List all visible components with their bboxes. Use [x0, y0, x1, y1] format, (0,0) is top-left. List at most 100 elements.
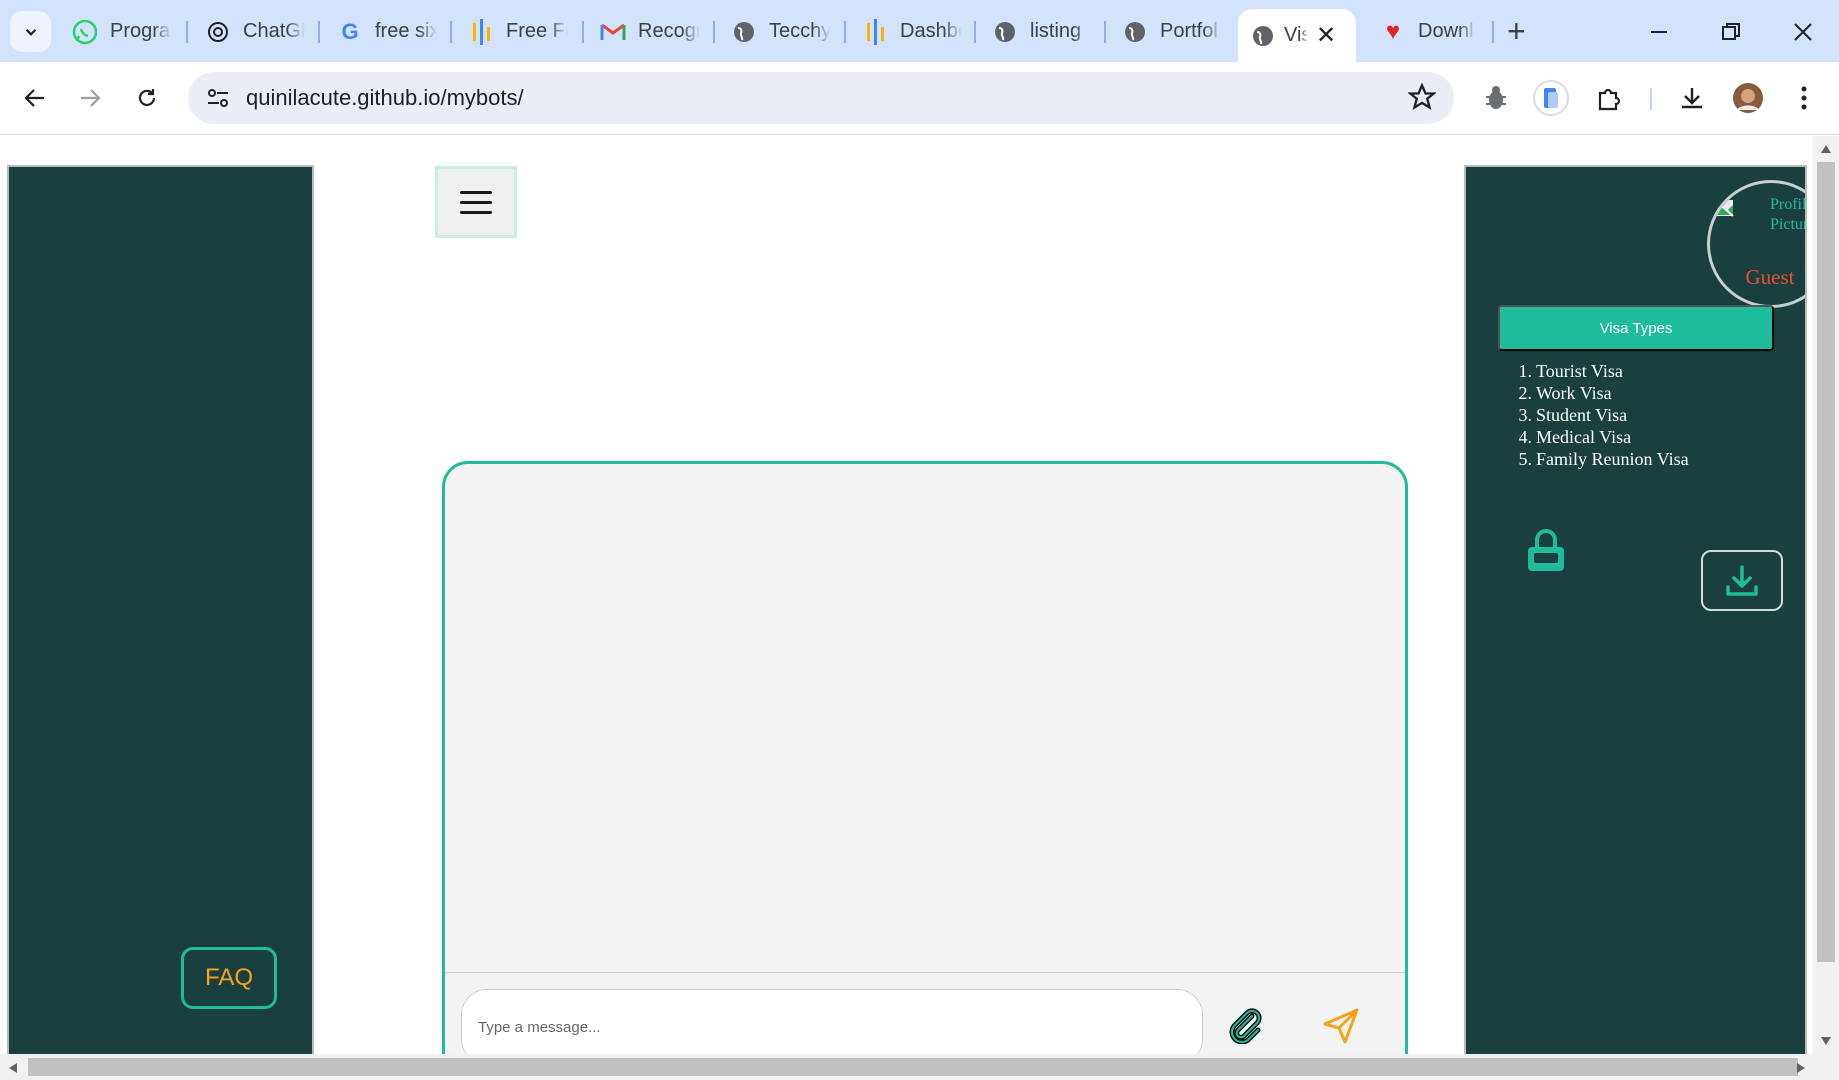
device-extension-icon[interactable] — [1533, 80, 1569, 116]
broken-image-icon — [1714, 199, 1734, 217]
forward-arrow-icon[interactable] — [70, 78, 110, 118]
scroll-right-arrow-icon[interactable] — [1796, 1062, 1806, 1074]
send-button[interactable] — [1318, 1003, 1364, 1049]
tab-separator — [582, 21, 584, 43]
bug-extension-icon[interactable] — [1478, 80, 1514, 116]
browser-tab[interactable]: G free six — [337, 9, 437, 54]
more-menu-icon[interactable] — [1786, 80, 1822, 116]
tab-separator — [1492, 21, 1494, 43]
tab-title: Portfol — [1160, 20, 1218, 42]
paperclip-icon — [1229, 1008, 1262, 1044]
tab-title: listing — [1030, 20, 1082, 42]
browser-tab[interactable]: Dashbo — [862, 9, 962, 54]
openai-icon — [205, 19, 231, 45]
chat-input-bar — [445, 972, 1405, 1054]
tab-separator — [1104, 21, 1106, 43]
tab-search-button[interactable] — [10, 11, 51, 52]
tab-separator — [844, 21, 846, 43]
visa-types-button[interactable]: Visa Types — [1498, 305, 1774, 351]
list-item: 4. Medical Visa — [1518, 427, 1632, 447]
tab-title: Tecchy — [769, 20, 831, 42]
send-icon — [1323, 1008, 1359, 1044]
visa-types-list: 1. Tourist Visa 2. Work Visa 3. Student Vis… — [1510, 360, 1689, 470]
back-arrow-icon[interactable] — [15, 78, 55, 118]
list-item: 1. Tourist Visa — [1518, 361, 1623, 381]
menu-bar — [460, 210, 492, 214]
tab-title: Recogn — [638, 20, 700, 42]
hamburger-menu-button[interactable] — [435, 166, 517, 238]
tab-separator — [450, 21, 452, 43]
tab-title: Free Fr — [506, 20, 568, 42]
chat-window — [442, 461, 1408, 1054]
horizontal-scroll-thumb[interactable] — [28, 1058, 1798, 1076]
heart-icon: ♥ — [1385, 17, 1401, 45]
bookmark-star-icon[interactable] — [1408, 83, 1436, 111]
attach-button[interactable] — [1221, 1001, 1267, 1047]
list-item: 5. Family Reunion Visa — [1518, 449, 1689, 469]
browser-tab[interactable]: listing — [992, 9, 1092, 54]
site-settings-icon[interactable] — [206, 86, 230, 110]
toolbar-separator — [1650, 88, 1652, 110]
globe-icon — [1250, 23, 1276, 49]
bars-logo-icon — [468, 18, 494, 45]
bars-logo-icon — [862, 18, 888, 45]
message-input[interactable] — [461, 989, 1203, 1054]
profile-picture-frame: Profile Picture Guest — [1707, 180, 1807, 308]
tab-title: Dashbo — [900, 20, 962, 42]
right-sidebar: Profile Picture Guest Visa Types 1.Touri… — [1464, 165, 1807, 1054]
vertical-scroll-thumb[interactable] — [1817, 162, 1835, 962]
menu-bar — [460, 200, 492, 204]
tab-title: Downl — [1418, 20, 1474, 42]
profile-picture-alt: Profile Picture — [1770, 196, 1807, 233]
chevron-down-icon — [25, 28, 36, 36]
gmail-icon — [600, 19, 626, 45]
browser-tab[interactable]: Tecchy — [731, 9, 831, 54]
close-window-icon[interactable] — [1783, 12, 1823, 52]
tab-separator — [186, 21, 188, 43]
download-button[interactable] — [1701, 550, 1783, 611]
scroll-left-arrow-icon[interactable] — [8, 1062, 18, 1074]
minimize-icon[interactable] — [1639, 12, 1679, 52]
address-bar[interactable]: quinilacute.github.io/mybots/ — [188, 72, 1454, 124]
tab-title: free six — [375, 20, 437, 42]
google-icon: G — [341, 18, 359, 44]
whatsapp-icon — [72, 19, 98, 45]
left-sidebar: FAQ — [7, 165, 314, 1054]
browser-tab[interactable]: Free Fr — [468, 9, 568, 54]
browser-tab[interactable]: Portfol — [1122, 9, 1222, 54]
scroll-down-arrow-icon[interactable] — [1820, 1036, 1832, 1046]
url-text[interactable]: quinilacute.github.io/mybots/ — [246, 85, 524, 111]
browser-tab[interactable]: ♥ Downl — [1380, 9, 1476, 54]
globe-icon — [1122, 19, 1148, 45]
browser-tab[interactable]: Program — [72, 9, 172, 54]
page-content: FAQ Profile Picture — [0, 136, 1839, 1054]
tab-separator — [974, 21, 976, 43]
globe-icon — [992, 19, 1018, 45]
tab-separator — [713, 21, 715, 43]
faq-button[interactable]: FAQ — [181, 947, 277, 1009]
avatar[interactable] — [1730, 80, 1766, 116]
browser-tab[interactable]: Recogn — [600, 9, 700, 54]
tab-title: Program — [110, 20, 172, 42]
list-item: 3. Student Visa — [1518, 405, 1628, 425]
close-tab-icon[interactable]: ✕ — [1316, 21, 1336, 50]
new-tab-icon[interactable]: + — [1507, 14, 1526, 48]
horizontal-scrollbar[interactable] — [0, 1054, 1839, 1080]
list-item: 2. Work Visa — [1518, 383, 1612, 403]
vertical-scrollbar[interactable] — [1813, 136, 1839, 1054]
extensions-puzzle-icon[interactable] — [1591, 80, 1627, 116]
download-icon — [1726, 564, 1758, 596]
downloads-icon[interactable] — [1674, 80, 1710, 116]
menu-bar — [460, 190, 492, 194]
browser-toolbar: quinilacute.github.io/mybots/ — [0, 62, 1839, 135]
profile-name: Guest — [1745, 265, 1795, 289]
tab-title: Vis — [1284, 24, 1308, 46]
restore-icon[interactable] — [1711, 12, 1751, 52]
reload-icon[interactable] — [127, 78, 167, 118]
browser-tab-strip: Program ChatGPT G free six Free Fr Recog… — [0, 0, 1839, 62]
browser-tab[interactable]: ChatGPT — [205, 9, 305, 54]
tab-title: ChatGPT — [243, 20, 305, 42]
browser-tab-active[interactable]: Vis ✕ — [1238, 9, 1356, 62]
lock-icon[interactable] — [1524, 529, 1568, 573]
scroll-up-arrow-icon[interactable] — [1820, 144, 1832, 154]
